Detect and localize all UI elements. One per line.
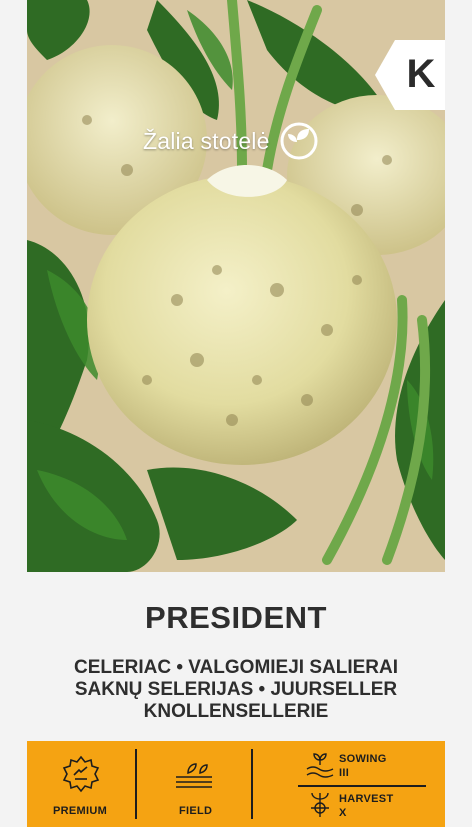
names-line-3: KNOLLENSELLERIE <box>143 701 329 722</box>
harvest-label: HARVEST <box>339 793 394 805</box>
product-title: PRESIDENT <box>145 600 327 635</box>
names-line-2: SAKNŲ SELERIJAS • JUURSELLER <box>74 679 398 700</box>
field-cell: FIELD <box>137 741 251 827</box>
sowing-icon <box>306 753 334 778</box>
premium-label: PREMIUM <box>53 805 108 817</box>
harvest-icon <box>311 792 329 817</box>
field-label: FIELD <box>179 805 213 817</box>
category-letter: K <box>406 52 436 96</box>
divider <box>298 785 426 787</box>
field-sprout-icon <box>176 763 212 788</box>
sprout-circle-logo-icon <box>280 122 318 160</box>
info-bar: PREMIUM FIELD SOWING III HARVEST X <box>27 741 445 827</box>
calendar-cell: SOWING III HARVEST X <box>253 741 445 827</box>
category-badge: K <box>375 40 445 110</box>
sowing-value: III <box>339 767 350 779</box>
brand-name: Žalia stotelė <box>143 127 270 154</box>
harvest-value: X <box>339 807 347 819</box>
premium-cell: PREMIUM <box>27 741 135 827</box>
brand-logo: Žalia stotelė <box>143 122 320 160</box>
names-line-1: CELERIAC • VALGOMIEJI SALIERAI <box>73 657 399 678</box>
product-common-names: CELERIAC • VALGOMIEJI SALIERAI SAKNŲ SEL… <box>0 657 472 723</box>
sowing-label: SOWING <box>339 753 387 765</box>
premium-badge-icon <box>62 755 100 793</box>
